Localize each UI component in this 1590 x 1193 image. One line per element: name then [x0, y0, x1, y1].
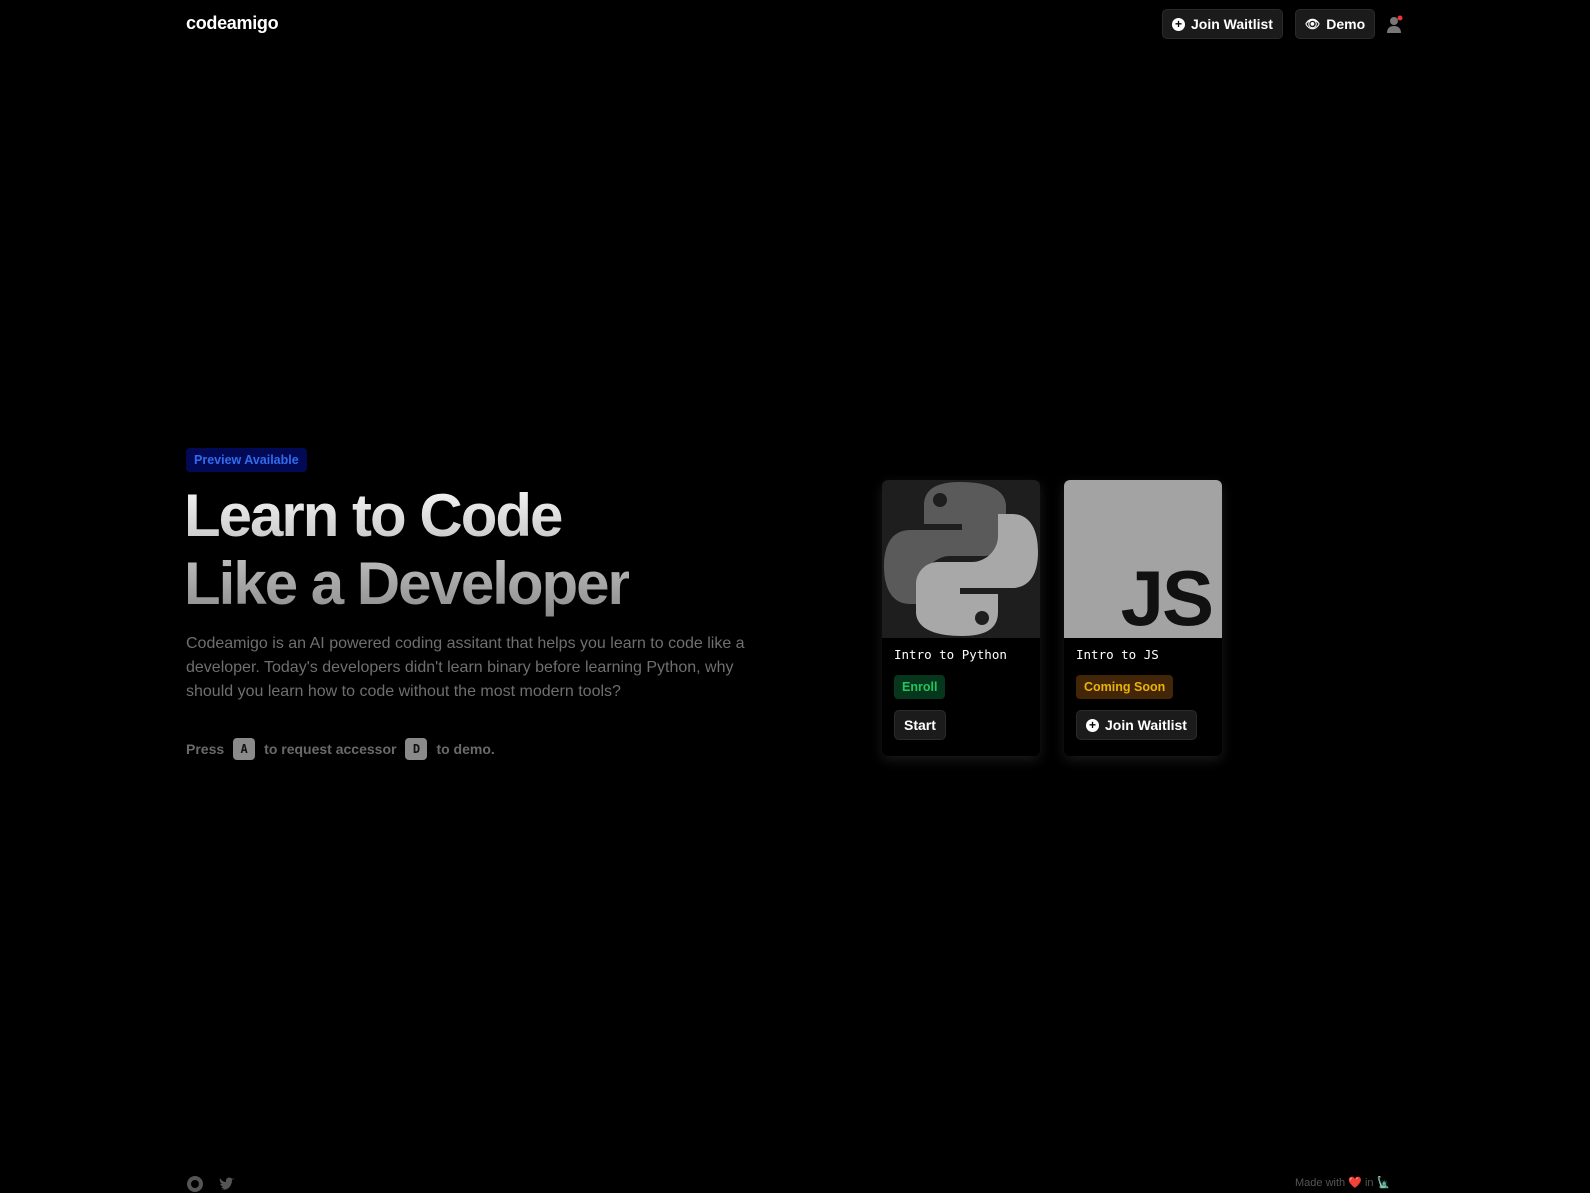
python-logo-icon — [882, 480, 1040, 638]
title-line-2: Like a Developer — [184, 550, 629, 617]
start-button[interactable]: Start — [894, 710, 946, 740]
github-icon[interactable] — [186, 1175, 204, 1193]
plus-circle-icon: + — [1086, 718, 1099, 732]
join-waitlist-button[interactable]: + Join Waitlist — [1162, 9, 1283, 39]
key-d[interactable]: D — [405, 738, 428, 760]
course-card-python[interactable]: Intro to Python Enroll Start — [882, 480, 1040, 756]
made-with-text: Made with ❤️ in 🗽 — [1295, 1177, 1391, 1189]
join-waitlist-label: Join Waitlist — [1191, 16, 1273, 32]
join-waitlist-label: Join Waitlist — [1105, 717, 1187, 733]
course-title: Intro to JS — [1076, 647, 1159, 662]
twitter-icon[interactable] — [218, 1175, 236, 1193]
js-logo-text: JS — [1120, 554, 1214, 638]
top-nav: codeamigo + Join Waitlist 👁 Demo — [0, 0, 1590, 48]
demo-label: Demo — [1326, 16, 1366, 32]
social-links — [186, 1175, 236, 1193]
hero-title: Learn to Code Like a Developer — [184, 482, 629, 618]
enroll-badge: Enroll — [894, 675, 946, 699]
demo-text: to demo. — [436, 741, 495, 757]
plus-circle-icon: + — [1172, 17, 1185, 31]
request-text: to request accessor — [264, 741, 397, 757]
coming-soon-badge: Coming Soon — [1076, 675, 1174, 699]
js-logo-icon: JS — [1064, 480, 1222, 638]
press-text: Press — [186, 741, 225, 757]
course-title: Intro to Python — [894, 647, 1007, 662]
demo-button[interactable]: 👁 Demo — [1295, 9, 1376, 39]
user-icon[interactable] — [1387, 15, 1403, 33]
logo[interactable]: codeamigo — [186, 13, 279, 34]
keyboard-hint: Press A to request accessor D to demo. — [186, 738, 495, 760]
key-a[interactable]: A — [233, 738, 256, 760]
course-card-js[interactable]: JS Intro to JS Coming Soon + Join Waitlis… — [1064, 480, 1222, 756]
title-line-1: Learn to Code — [184, 482, 562, 549]
preview-badge: Preview Available — [186, 448, 307, 472]
hero-description: Codeamigo is an AI powered coding assita… — [186, 635, 745, 700]
join-waitlist-card-button[interactable]: + Join Waitlist — [1076, 710, 1197, 740]
start-label: Start — [904, 717, 936, 733]
eye-icon: 👁 — [1305, 17, 1321, 31]
